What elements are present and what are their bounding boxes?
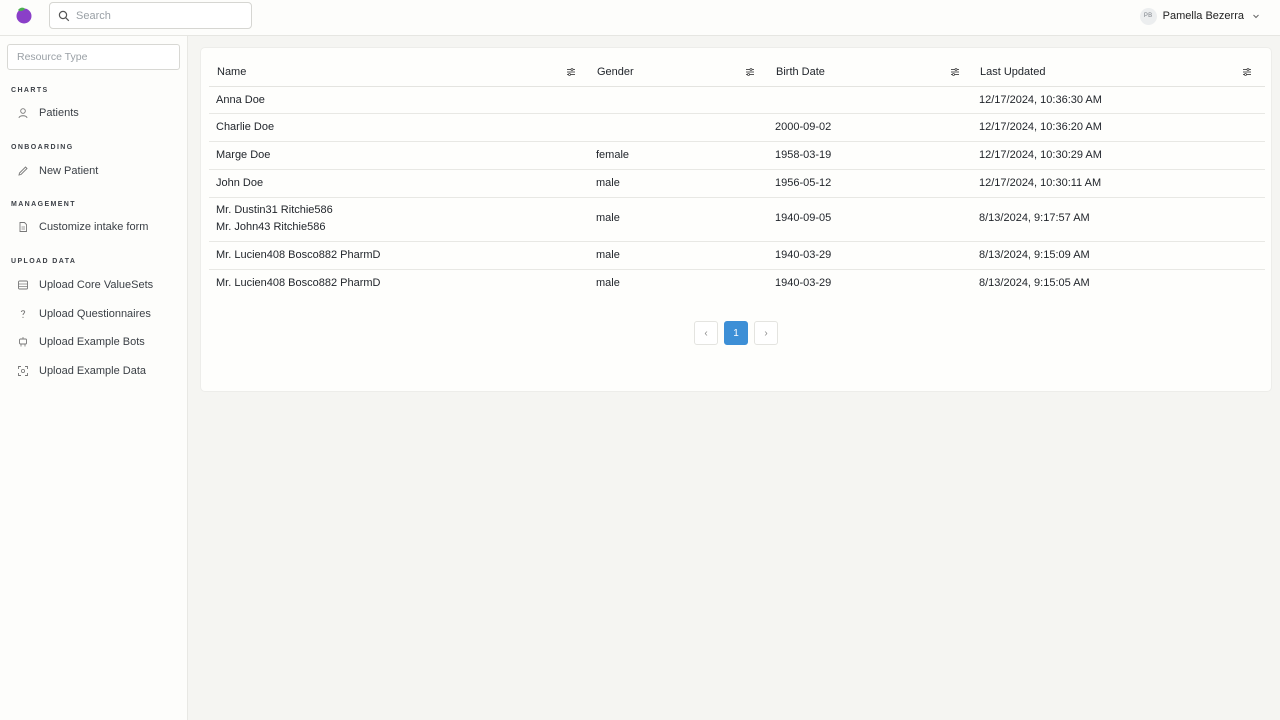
- column-header-label: Birth Date: [776, 66, 825, 78]
- sidebar-item-new-patient[interactable]: New Patient: [12, 160, 180, 182]
- cell-gender: male: [596, 177, 620, 189]
- cell-last-updated: 12/17/2024, 10:30:29 AM: [979, 149, 1102, 161]
- cell-last-updated: 12/17/2024, 10:36:20 AM: [979, 121, 1102, 133]
- cell-birth-date: 1956-05-12: [775, 177, 832, 189]
- filter-icon[interactable]: [745, 67, 755, 77]
- section-title-management: MANAGEMENT: [11, 201, 76, 208]
- column-header-birth-date[interactable]: Birth Date: [776, 58, 971, 86]
- sidebar-item-upload-example-data[interactable]: Upload Example Data: [12, 360, 180, 382]
- cell-last-updated: 12/17/2024, 10:36:30 AM: [979, 94, 1102, 106]
- table-row[interactable]: Anna Doe 12/17/2024, 10:36:30 AM: [209, 87, 1265, 114]
- sidebar-item-customize-intake-form[interactable]: Customize intake form: [12, 216, 180, 238]
- filter-icon[interactable]: [1242, 67, 1252, 77]
- cell-name: John Doe: [216, 177, 264, 189]
- cell-gender: female: [596, 149, 630, 161]
- section-title-upload-data: UPLOAD DATA: [11, 258, 77, 265]
- column-header-gender[interactable]: Gender: [597, 58, 767, 86]
- table-row[interactable]: Mr. Lucien408 Bosco882 PharmD male 1940-…: [209, 270, 1265, 298]
- column-header-last-updated[interactable]: Last Updated: [980, 58, 1260, 86]
- section-title-onboarding: ONBOARDING: [11, 144, 74, 151]
- user-icon: [18, 108, 28, 119]
- sidebar-item-patients[interactable]: Patients: [12, 102, 180, 124]
- pagination-prev-button[interactable]: ‹: [694, 321, 718, 345]
- sidebar-item-upload-questionnaires[interactable]: Upload Questionnaires: [12, 303, 180, 325]
- cell-name: Mr. Dustin31 Ritchie586: [216, 204, 333, 216]
- cell-name: Charlie Doe: [216, 121, 275, 133]
- avatar: PB: [1139, 7, 1157, 25]
- column-header-label: Gender: [597, 66, 634, 78]
- user-name: Pamella Bezerra: [1162, 10, 1244, 22]
- cell-name: Marge Doe: [216, 149, 271, 161]
- column-header-label: Name: [217, 66, 247, 78]
- cell-last-updated: 8/13/2024, 9:15:09 AM: [979, 249, 1090, 261]
- cell-name-secondary: Mr. John43 Ritchie586: [216, 221, 326, 233]
- app-logo-icon[interactable]: [15, 6, 32, 24]
- cell-birth-date: 1958-03-19: [775, 149, 832, 161]
- pagination: ‹ 1 ›: [694, 321, 778, 345]
- search-input[interactable]: [76, 7, 246, 25]
- sidebar: CHARTS Patients ONBOARDING New Patient M…: [0, 36, 188, 720]
- patients-table-card: Name Gender Birth Date Last Updated Anna…: [201, 48, 1271, 391]
- table-row[interactable]: John Doe male 1956-05-12 12/17/2024, 10:…: [209, 170, 1265, 198]
- table-row[interactable]: Charlie Doe 2000-09-02 12/17/2024, 10:36…: [209, 114, 1265, 142]
- sidebar-item-upload-example-bots[interactable]: Upload Example Bots: [12, 331, 180, 353]
- cell-gender: male: [596, 249, 620, 261]
- cell-birth-date: 1940-03-29: [775, 277, 832, 289]
- question-icon: [20, 310, 26, 318]
- robot-icon: [19, 337, 27, 347]
- table-icon: [18, 280, 28, 290]
- filter-icon[interactable]: [950, 67, 960, 77]
- sidebar-item-label: Upload Example Bots: [39, 336, 145, 348]
- chevron-down-icon: [1253, 14, 1259, 19]
- column-header-name[interactable]: Name: [217, 58, 587, 86]
- sidebar-item-label: Patients: [39, 107, 79, 119]
- cell-birth-date: 1940-09-05: [775, 212, 832, 224]
- table-header-row: Name Gender Birth Date Last Updated: [209, 58, 1265, 87]
- cell-name: Anna Doe: [216, 94, 265, 106]
- sidebar-item-label: Upload Example Data: [39, 365, 147, 377]
- resource-type-field[interactable]: [7, 44, 180, 70]
- table-row[interactable]: Mr. Dustin31 Ritchie586 Mr. John43 Ritch…: [209, 198, 1265, 242]
- cell-gender: male: [596, 212, 620, 224]
- file-icon: [19, 222, 27, 232]
- search-field[interactable]: [49, 2, 252, 29]
- table-row[interactable]: Marge Doe female 1958-03-19 12/17/2024, …: [209, 142, 1265, 170]
- search-icon: [58, 10, 70, 22]
- cell-last-updated: 8/13/2024, 9:15:05 AM: [979, 277, 1090, 289]
- top-header: PB Pamella Bezerra: [0, 0, 1280, 36]
- column-header-label: Last Updated: [980, 66, 1046, 78]
- cell-last-updated: 8/13/2024, 9:17:57 AM: [979, 212, 1090, 224]
- cell-name: Mr. Lucien408 Bosco882 PharmD: [216, 277, 381, 289]
- resource-type-input[interactable]: [8, 45, 179, 69]
- cell-birth-date: 2000-09-02: [775, 121, 832, 133]
- pencil-icon: [18, 166, 28, 176]
- pagination-page-1[interactable]: 1: [724, 321, 748, 345]
- table-row[interactable]: Mr. Lucien408 Bosco882 PharmD male 1940-…: [209, 242, 1265, 270]
- user-menu[interactable]: PB Pamella Bezerra: [1139, 6, 1260, 26]
- pagination-next-button[interactable]: ›: [754, 321, 778, 345]
- sidebar-item-label: Customize intake form: [39, 221, 149, 233]
- cell-birth-date: 1940-03-29: [775, 249, 832, 261]
- cell-gender: male: [596, 277, 620, 289]
- sidebar-item-label: New Patient: [39, 165, 99, 177]
- sidebar-item-upload-core-valuesets[interactable]: Upload Core ValueSets: [12, 274, 180, 296]
- cell-last-updated: 12/17/2024, 10:30:11 AM: [979, 177, 1102, 189]
- cell-name: Mr. Lucien408 Bosco882 PharmD: [216, 249, 381, 261]
- section-title-charts: CHARTS: [11, 87, 49, 94]
- sidebar-item-label: Upload Core ValueSets: [39, 279, 154, 291]
- sidebar-item-label: Upload Questionnaires: [39, 308, 151, 320]
- filter-icon[interactable]: [566, 67, 576, 77]
- scan-icon: [18, 366, 28, 376]
